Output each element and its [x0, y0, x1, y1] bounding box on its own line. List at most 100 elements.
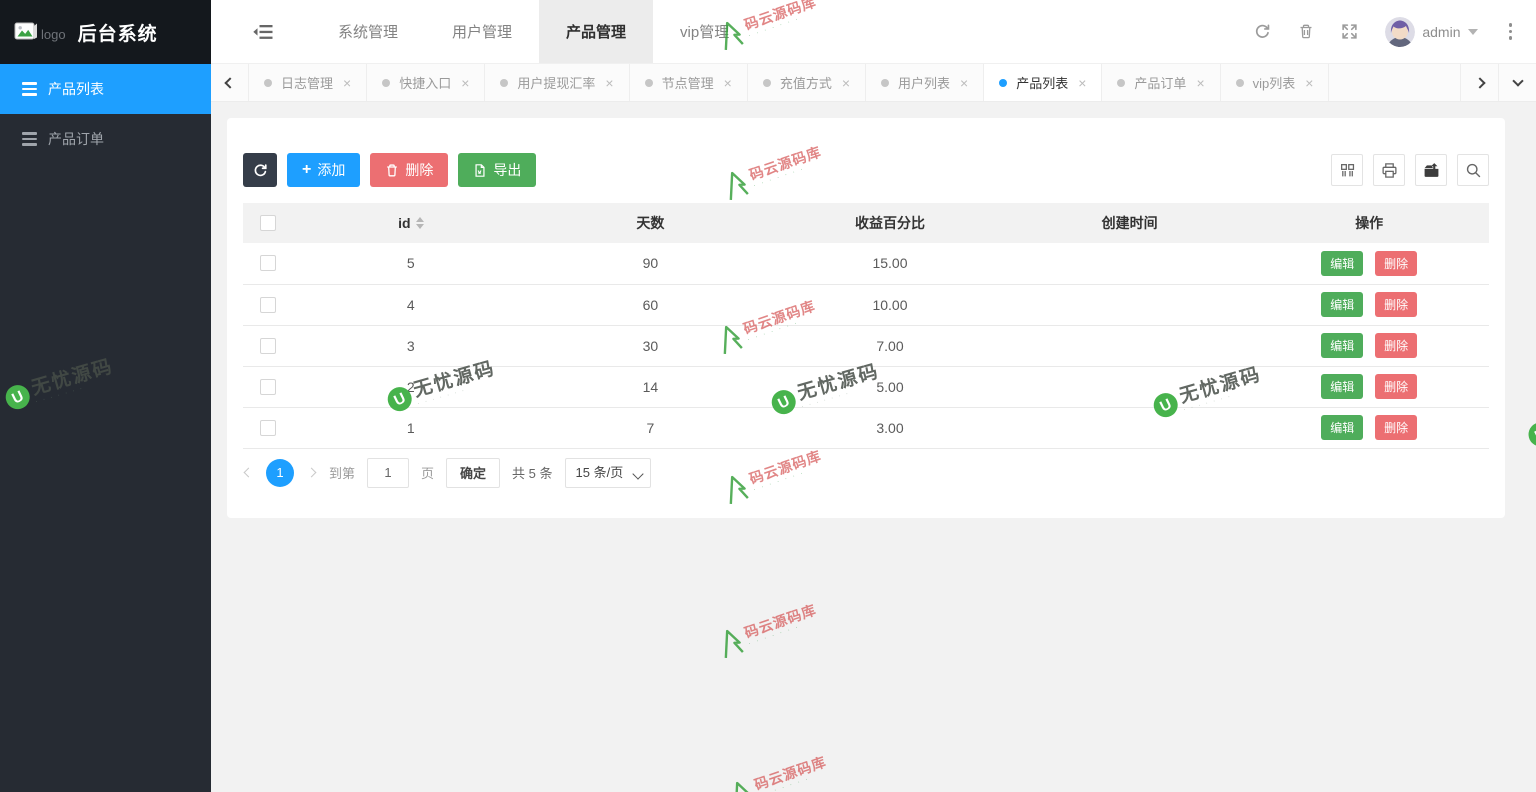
- top-menu-item[interactable]: vip管理: [653, 0, 756, 63]
- top-menu: 系统管理 用户管理 产品管理 vip管理: [311, 0, 756, 63]
- row-delete-button[interactable]: 删除: [1375, 333, 1418, 358]
- table-header-row: id 天数 收益百分比 创建时间 操作: [243, 203, 1489, 243]
- tab-item[interactable]: 用户列表 ×: [866, 64, 985, 101]
- tab-label: 充值方式: [779, 76, 832, 91]
- columns-filter-button[interactable]: [1331, 154, 1363, 186]
- tabs: 日志管理 × 快捷入口 × 用户提现汇率 × 节点管理 × 充值方式 × 用户列…: [249, 64, 1460, 101]
- cell-created: [1009, 366, 1250, 408]
- cell-percent: 10.00: [770, 284, 1010, 326]
- plus-icon: +: [302, 161, 312, 178]
- more-options-icon[interactable]: [1505, 23, 1517, 40]
- row-delete-button[interactable]: 删除: [1375, 250, 1418, 276]
- search-button[interactable]: [1457, 154, 1489, 186]
- search-icon: [1466, 163, 1480, 177]
- printer-icon: [1381, 162, 1397, 178]
- delete-button[interactable]: 删除: [370, 153, 449, 187]
- tab-label: 快捷入口: [399, 76, 452, 91]
- tab-close-icon[interactable]: ×: [724, 75, 732, 91]
- tab-item[interactable]: 日志管理 ×: [249, 64, 368, 101]
- row-checkbox[interactable]: [259, 378, 276, 395]
- tab-status-dot: [382, 78, 391, 87]
- cell-actions: 编辑 删除: [1249, 407, 1489, 449]
- row-checkbox[interactable]: [259, 255, 276, 272]
- sidebar-menu: 产品列表 产品订单: [0, 64, 211, 164]
- tab-close-icon[interactable]: ×: [1196, 75, 1204, 91]
- edit-button[interactable]: 编辑: [1321, 333, 1364, 358]
- edit-button[interactable]: 编辑: [1321, 292, 1364, 317]
- goto-page-input[interactable]: [367, 457, 410, 488]
- row-delete-button[interactable]: 删除: [1375, 415, 1418, 440]
- user-menu[interactable]: admin: [1385, 16, 1478, 47]
- fullscreen-icon[interactable]: [1341, 23, 1358, 40]
- tab-item[interactable]: vip列表 ×: [1221, 64, 1330, 101]
- tab-item[interactable]: 节点管理 ×: [630, 64, 748, 101]
- top-menu-item[interactable]: 产品管理: [539, 0, 654, 63]
- trash-icon[interactable]: [1298, 23, 1314, 40]
- top-menu-item[interactable]: 系统管理: [311, 0, 425, 63]
- add-button[interactable]: + 添加: [287, 153, 361, 187]
- cell-created: [1009, 325, 1250, 367]
- tab-close-icon[interactable]: ×: [842, 75, 850, 91]
- data-table: id 天数 收益百分比 创建时间 操作 5 90 15.00 编辑 删除 4 6…: [243, 203, 1489, 449]
- sort-icon[interactable]: [415, 217, 424, 229]
- tab-close-icon[interactable]: ×: [343, 75, 351, 91]
- cell-percent: 15.00: [770, 243, 1010, 285]
- table-row: 5 90 15.00 编辑 删除: [243, 243, 1489, 285]
- column-header-actions: 操作: [1249, 203, 1489, 243]
- top-menu-item-label: 系统管理: [338, 24, 399, 41]
- tab-item[interactable]: 用户提现汇率 ×: [485, 64, 630, 101]
- list-icon: [22, 132, 37, 146]
- edit-button[interactable]: 编辑: [1321, 415, 1364, 440]
- tab-item[interactable]: 产品列表 ×: [984, 64, 1103, 101]
- cell-days: 60: [530, 284, 771, 326]
- edit-button[interactable]: 编辑: [1321, 250, 1364, 276]
- refresh-icon[interactable]: [1254, 23, 1271, 40]
- broken-image-icon: [14, 22, 37, 40]
- tab-close-icon[interactable]: ×: [461, 75, 469, 91]
- refresh-table-button[interactable]: [243, 153, 277, 187]
- tab-status-dot: [762, 78, 771, 87]
- tab-status-dot: [644, 78, 653, 87]
- tab-item[interactable]: 快捷入口 ×: [367, 64, 486, 101]
- sidebar-collapse-icon[interactable]: [233, 0, 293, 63]
- select-all-checkbox[interactable]: [259, 215, 276, 231]
- tab-close-icon[interactable]: ×: [605, 75, 613, 91]
- export-button[interactable]: 导出: [458, 153, 537, 187]
- tab-item[interactable]: 充值方式 ×: [748, 64, 867, 101]
- table-row: 3 30 7.00 编辑 删除: [243, 325, 1489, 367]
- top-menu-item[interactable]: 用户管理: [425, 0, 539, 63]
- sidebar-item[interactable]: 产品列表: [0, 64, 211, 114]
- page-number-current[interactable]: 1: [266, 458, 294, 487]
- goto-prefix-label: 到第: [329, 466, 356, 481]
- tab-label: 产品列表: [1016, 76, 1069, 91]
- row-delete-button[interactable]: 删除: [1375, 374, 1418, 399]
- confirm-page-button[interactable]: 确定: [446, 457, 501, 488]
- print-button[interactable]: [1373, 154, 1405, 186]
- tab-close-icon[interactable]: ×: [1078, 75, 1086, 91]
- column-header-id[interactable]: id: [291, 203, 531, 243]
- trash-icon: [387, 163, 398, 176]
- row-checkbox[interactable]: [259, 337, 276, 354]
- next-page-button[interactable]: [306, 467, 317, 478]
- row-checkbox[interactable]: [259, 419, 276, 436]
- page-size-select[interactable]: 15 条/页: [564, 457, 651, 488]
- tab-close-icon[interactable]: ×: [960, 75, 968, 91]
- top-menu-item-label: 产品管理: [566, 24, 627, 41]
- export-data-button[interactable]: [1415, 154, 1447, 186]
- tabs-menu-button[interactable]: [1498, 64, 1536, 101]
- edit-button[interactable]: 编辑: [1321, 374, 1364, 399]
- sidebar-item[interactable]: 产品订单: [0, 114, 211, 164]
- tabs-scroll-left-button[interactable]: [211, 64, 249, 101]
- tab-label: 日志管理: [281, 76, 334, 91]
- tab-status-dot: [500, 78, 509, 87]
- cell-created: [1009, 243, 1250, 285]
- row-delete-button[interactable]: 删除: [1375, 292, 1418, 317]
- prev-page-button[interactable]: [243, 467, 254, 478]
- sidebar-item-label: 产品订单: [48, 131, 104, 147]
- tabs-scroll-right-button[interactable]: [1460, 64, 1498, 101]
- column-header-days: 天数: [530, 203, 771, 243]
- tab-item[interactable]: 产品订单 ×: [1102, 64, 1221, 101]
- username: admin: [1422, 23, 1461, 40]
- tab-close-icon[interactable]: ×: [1305, 75, 1313, 91]
- row-checkbox[interactable]: [259, 296, 276, 313]
